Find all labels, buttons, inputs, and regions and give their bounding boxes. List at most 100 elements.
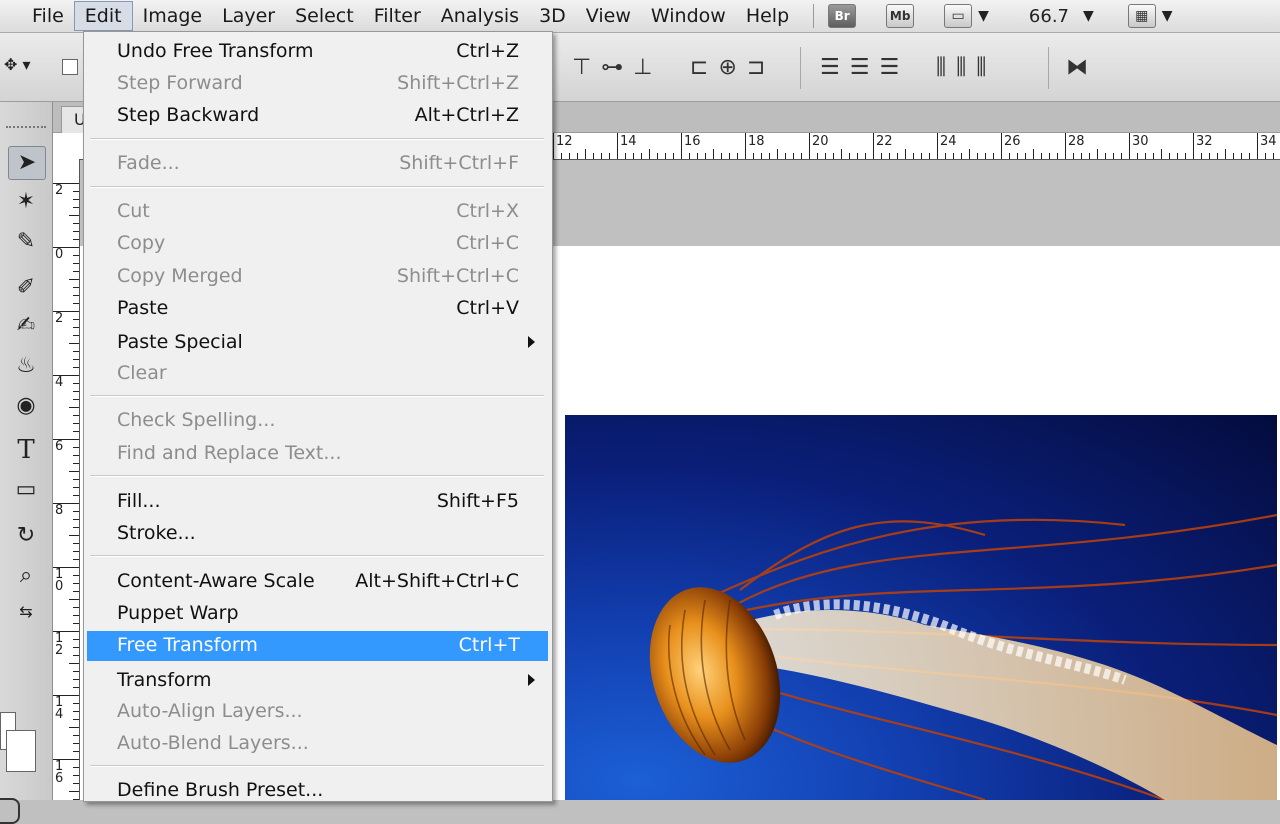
- ruler-minor-tick: [833, 153, 834, 159]
- history-brush-tool-icon[interactable]: ✍: [8, 310, 44, 342]
- distribute-hcenter-icon[interactable]: ⫼: [956, 55, 966, 80]
- ruler-minor-tick: [73, 231, 79, 232]
- align-left-icon[interactable]: ⊏: [690, 55, 708, 80]
- move-tool-icon[interactable]: ➤: [8, 146, 46, 180]
- distribute-bottom-icon[interactable]: ☰: [879, 55, 899, 80]
- view-extras-button[interactable]: ▭: [944, 4, 973, 28]
- ruler-minor-tick: [1089, 153, 1090, 159]
- menu-separator: [90, 138, 544, 140]
- arrange-documents-button[interactable]: ▦: [1127, 4, 1156, 28]
- distribute-left-icon[interactable]: ⫼: [936, 55, 946, 80]
- menu-item-puppet-warp[interactable]: Puppet Warp: [87, 599, 547, 629]
- ruler-minor-tick: [69, 599, 79, 600]
- menu-item-stroke[interactable]: Stroke...: [87, 519, 547, 549]
- paint-bucket-tool-icon[interactable]: ♨: [8, 350, 44, 382]
- background-color-swatch[interactable]: [6, 730, 36, 772]
- menu-item-content-aware-scale[interactable]: Content-Aware Scale Alt+Shift+Ctrl+C: [87, 567, 547, 597]
- ruler-minor-tick: [69, 663, 79, 664]
- ruler-minor-tick: [849, 153, 850, 159]
- auto-align-layers-icon[interactable]: ⧓: [1066, 55, 1088, 80]
- eyedropper-tool-icon[interactable]: ✎: [8, 226, 44, 258]
- brush-tool-icon[interactable]: ✐: [8, 272, 44, 304]
- jellyfish-photo[interactable]: [565, 415, 1277, 800]
- sponge-tool-icon[interactable]: ◉: [8, 390, 44, 422]
- ruler-minor-tick: [73, 447, 79, 448]
- align-vcenter-icon[interactable]: ⊶: [601, 55, 623, 80]
- menu-item-transform[interactable]: Transform: [87, 666, 547, 696]
- ruler-label: 34: [1260, 134, 1277, 149]
- vertical-ruler: 2 0 2 4 6 8 1 0 1 2 1 4 1 6: [53, 159, 80, 800]
- menu-item-paste[interactable]: Paste Ctrl+V: [87, 294, 547, 324]
- ruler-label: 32: [1196, 134, 1213, 149]
- zoom-tool-icon[interactable]: ⌕: [8, 560, 44, 592]
- menu-3d[interactable]: 3D: [529, 1, 576, 31]
- menu-item-cut[interactable]: Cut Ctrl+X: [87, 197, 547, 227]
- arrange-dropdown-icon[interactable]: ▼: [1162, 8, 1173, 24]
- menu-file[interactable]: File: [0, 1, 74, 31]
- menu-select[interactable]: Select: [285, 1, 364, 31]
- ruler-minor-tick: [73, 487, 79, 488]
- menu-item-fade[interactable]: Fade... Shift+Ctrl+F: [87, 149, 547, 179]
- ruler-minor-tick: [73, 383, 79, 384]
- menu-item-paste-special[interactable]: Paste Special: [87, 328, 547, 358]
- menu-filter[interactable]: Filter: [364, 1, 431, 31]
- ruler-minor-tick: [73, 391, 79, 392]
- ruler-minor-tick: [73, 719, 79, 720]
- ruler-minor-tick: [73, 399, 79, 400]
- auto-select-checkbox[interactable]: [62, 59, 78, 75]
- menu-item-check-spelling[interactable]: Check Spelling...: [87, 406, 547, 436]
- ruler-minor-tick: [689, 153, 690, 159]
- swap-colors-icon[interactable]: ⇆: [8, 596, 44, 628]
- distribute-right-icon[interactable]: ⫼: [976, 55, 986, 80]
- menu-item-undo-free-transform[interactable]: Undo Free Transform Ctrl+Z: [87, 37, 547, 67]
- menu-item-fill[interactable]: Fill... Shift+F5: [87, 487, 547, 517]
- menu-view[interactable]: View: [576, 1, 641, 31]
- menu-item-copy-merged[interactable]: Copy Merged Shift+Ctrl+C: [87, 262, 547, 292]
- menu-item-define-brush-preset[interactable]: Define Brush Preset...: [87, 776, 547, 806]
- menu-item-find-replace-text[interactable]: Find and Replace Text...: [87, 439, 547, 469]
- ruler-minor-tick: [889, 153, 890, 159]
- quick-mask-button[interactable]: [0, 798, 20, 824]
- panel-grip[interactable]: [6, 126, 46, 134]
- menu-analysis[interactable]: Analysis: [431, 1, 529, 31]
- menu-layer[interactable]: Layer: [212, 1, 285, 31]
- magic-wand-tool-icon[interactable]: ✶: [8, 186, 44, 218]
- menu-item-clear[interactable]: Clear: [87, 359, 547, 389]
- distribute-top-icon[interactable]: ☰: [820, 55, 840, 80]
- menu-item-shortcut: Shift+Ctrl+F: [399, 152, 519, 174]
- menu-item-auto-blend-layers[interactable]: Auto-Blend Layers...: [87, 729, 547, 759]
- menu-item-free-transform[interactable]: Free Transform Ctrl+T: [87, 631, 548, 661]
- align-right-icon[interactable]: ⊐: [747, 55, 765, 80]
- view-extras-dropdown-icon[interactable]: ▼: [978, 8, 989, 24]
- menu-window[interactable]: Window: [641, 1, 736, 31]
- ruler-minor-tick: [641, 153, 642, 159]
- ruler-minor-tick: [73, 367, 79, 368]
- menu-help[interactable]: Help: [736, 1, 799, 31]
- bridge-button[interactable]: Br: [828, 4, 857, 28]
- menu-item-step-forward[interactable]: Step Forward Shift+Ctrl+Z: [87, 69, 547, 99]
- ruler-minor-tick: [73, 591, 79, 592]
- ruler-label: 24: [940, 134, 957, 149]
- distribute-vcenter-icon[interactable]: ☰: [850, 55, 870, 80]
- ruler-minor-tick: [73, 615, 79, 616]
- menu-edit[interactable]: Edit: [73, 1, 133, 31]
- align-hcenter-icon[interactable]: ⊕: [718, 55, 736, 80]
- ruler-minor-tick: [1177, 153, 1178, 159]
- menu-item-label: Auto-Blend Layers...: [117, 732, 309, 754]
- minibridge-button[interactable]: Mb: [886, 4, 915, 28]
- align-top-icon[interactable]: ⊤: [572, 55, 591, 80]
- menu-item-shortcut: Ctrl+V: [456, 297, 519, 319]
- rectangle-tool-icon[interactable]: ▭: [8, 474, 44, 506]
- ruler-major-tick: [745, 133, 746, 159]
- zoom-level[interactable]: 66.7: [1029, 6, 1069, 27]
- menu-image[interactable]: Image: [133, 1, 213, 31]
- menu-item-auto-align-layers[interactable]: Auto-Align Layers...: [87, 697, 547, 727]
- menu-item-step-backward[interactable]: Step Backward Alt+Ctrl+Z: [87, 101, 547, 131]
- menu-item-copy[interactable]: Copy Ctrl+C: [87, 229, 547, 259]
- tool-preset-picker-icon[interactable]: ✥ ▾: [4, 55, 31, 74]
- align-bottom-icon[interactable]: ⊥: [633, 55, 652, 80]
- rotate-view-tool-icon[interactable]: ↻: [8, 520, 44, 552]
- zoom-dropdown-icon[interactable]: ▼: [1083, 8, 1094, 24]
- type-tool-icon[interactable]: T: [8, 434, 44, 466]
- ruler-minor-tick: [73, 671, 79, 672]
